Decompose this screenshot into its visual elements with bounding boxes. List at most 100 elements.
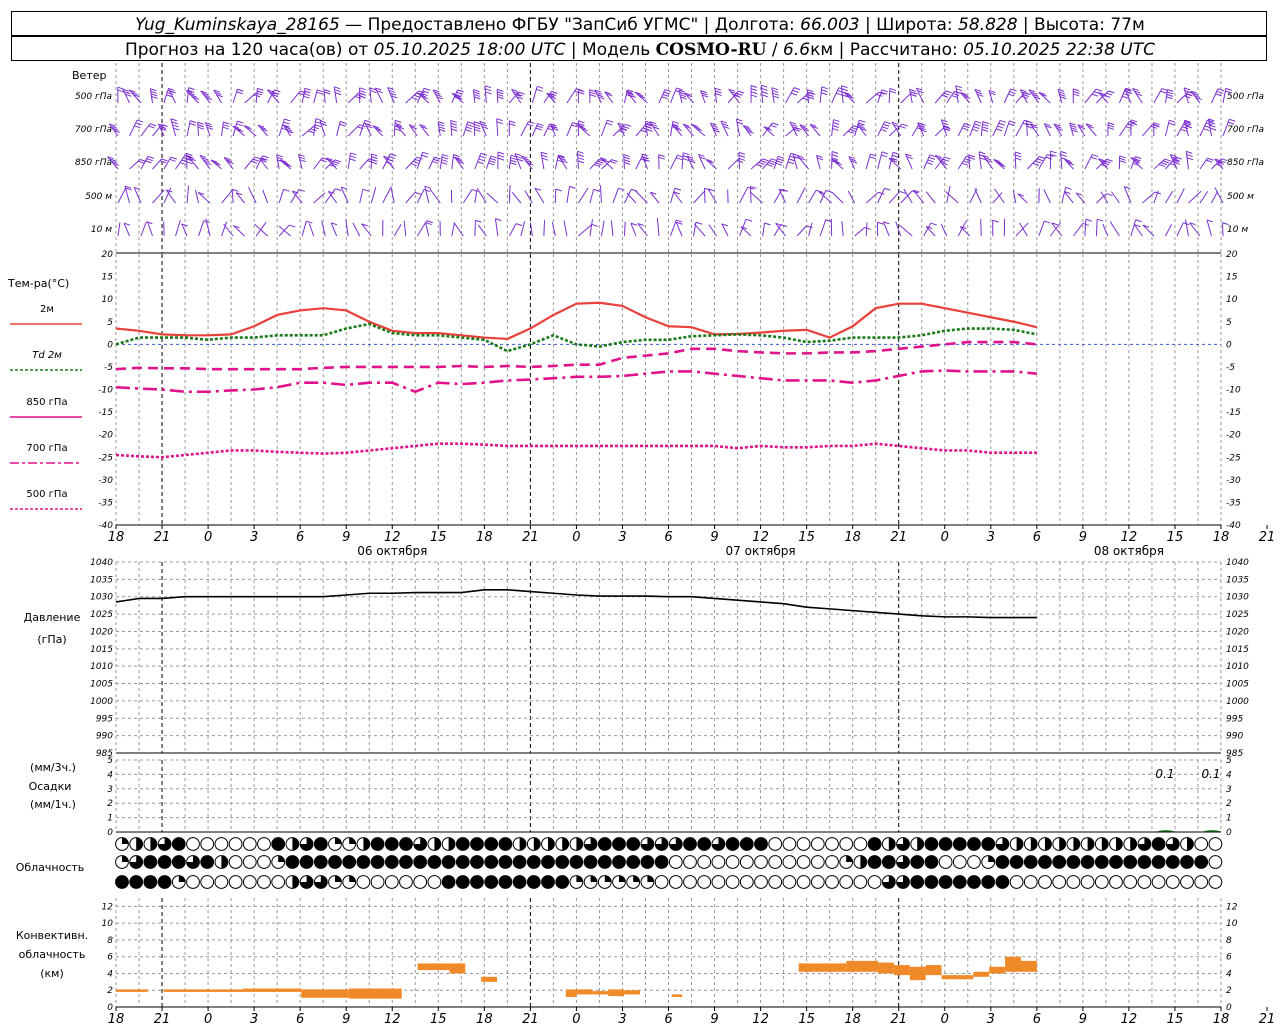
cloud-circle [782,837,797,851]
wind-barb-flag [442,153,449,157]
cloud-icon [952,855,967,869]
wind-barb-flag [489,160,496,164]
cloud-icon [612,855,626,869]
wind-barb-flag [793,87,801,91]
cloud-icon [683,855,697,869]
cloud-icon [470,837,484,851]
wind-barb [340,186,349,204]
wind-barb [393,223,402,237]
cloud-icon [526,875,541,889]
x-tick-label: 3 [250,530,258,545]
wind-barb [540,152,545,170]
conv-bar [846,960,879,972]
wind-barb-flag [150,93,158,97]
y-tick-left: -30 [98,476,113,486]
wind-barb [600,120,608,137]
x-tick-label: 18 [108,1012,125,1024]
cloud-fill [519,837,526,851]
cloud-circle [399,875,413,889]
wind-barb-flag [453,154,460,158]
wind-barb [152,189,165,204]
wind-barb-flag [683,152,690,156]
wind-barb-flag [876,93,883,97]
wind-barb-flag [467,121,474,125]
cloud-circle [157,855,172,869]
wind-barb-flag [1186,154,1193,158]
wind-barb [352,222,361,237]
cloud-icon [498,875,513,889]
wind-barb-flag [997,125,1004,129]
cloud-icon [796,837,811,851]
cloud-circle [1109,875,1123,889]
x-tick-label: 6 [1033,1012,1041,1024]
wind-barb-flag [474,128,481,132]
wind-barb [877,151,883,170]
wind-barb-flag [450,119,457,123]
wind-barb [925,191,936,204]
cloud-icon [967,855,981,869]
cloud-circle [242,837,257,851]
x-axis: 18 21 0 3 6 9 12 15 18 21 0 3 6 9 12 15 18 21 0 3 6 9 12 15 18 21… [108,1007,1275,1024]
wind-barb-flag [982,126,989,130]
wind-barb-flag [146,158,153,162]
cloud-fill [888,837,896,851]
wind-barb-flag [625,123,632,127]
wind-barb [543,220,546,237]
wind-barb-flag [274,89,281,93]
wind-barb-flag [179,162,187,166]
wind-barb-flag [760,160,767,164]
y-tick-left: 1035 [90,575,113,585]
cloud-circle [555,855,570,869]
y-tick-right: 4 [1226,770,1232,780]
wind-barb [163,89,169,104]
wind-barb [432,89,441,104]
cloud-icon [171,855,186,869]
wind-barb [382,187,391,204]
cloud-circle [313,837,328,851]
cloud-icon [228,875,243,889]
wind-barb [720,120,729,137]
cloud-icon [200,837,215,851]
cloud-circle [825,837,839,851]
wind-barb-flag [1135,156,1142,160]
wind-barb-flag [362,188,370,192]
wind-level-label: 700 гПа [75,125,112,135]
wind-barb-flag [832,125,839,128]
precip-annotation: 0.1 [1155,767,1174,781]
cloud-icon [569,875,584,889]
wind-barb-flag [889,90,896,94]
cloud-circle [1094,875,1109,889]
conv-bar [989,966,1006,974]
wind-barb-flag [772,95,780,99]
cloud-circle [115,875,129,889]
cloud-circle [512,875,527,889]
wind-barb-flag [465,129,472,132]
cloud-circle [541,855,555,869]
cloud-icon [896,837,910,851]
y-tick-right: 12 [1226,902,1238,912]
wind-barb-flag [1106,92,1113,96]
wind-barb-flag [432,160,439,164]
cloud-circle [683,837,697,851]
cloud-circle [754,875,768,889]
wind-barb [1142,191,1156,204]
wind-barb [253,223,268,237]
wind-title: Ветер [72,69,106,82]
cloud-circle [839,837,854,851]
wind-barb [198,220,205,237]
wind-barb [819,86,823,104]
wind-barb-flag [790,92,798,96]
x-axis: 18 21 0 3 6 9 12 15 18 21 0 3 6 9 12 15 18 21 0 3 6 9 12 15 18 21… [108,525,1275,558]
wind-barb [186,87,190,104]
wind-barb [221,221,228,237]
wind-barb [370,186,377,204]
wind-barb-flag [466,123,474,127]
wind-barb-flag [349,155,357,159]
x-tick-label: 12 [384,530,401,545]
cloud-icon [640,855,655,869]
wind-barb-flag [497,91,504,95]
cloud-circle [242,855,257,869]
cloud-icon [285,875,300,889]
y-tick-right: 2 [1226,986,1232,996]
cloud-circle [356,855,371,869]
